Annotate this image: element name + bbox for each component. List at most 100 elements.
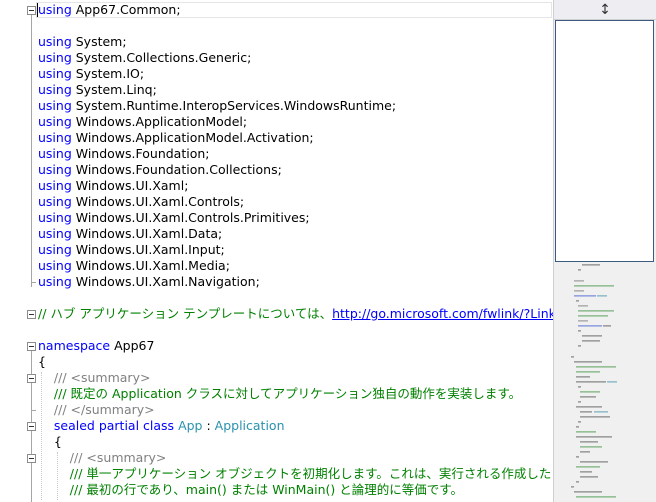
code-line-text: using Windows.UI.Xaml.Data; bbox=[38, 226, 222, 242]
minimap-stroke bbox=[580, 471, 592, 473]
code-line-text: using System.Linq; bbox=[38, 82, 157, 98]
code-line: sealed partial class App : Application bbox=[0, 418, 553, 434]
code-token: Windows.UI.Xaml.Media; bbox=[71, 258, 230, 273]
minimap-stroke bbox=[574, 491, 602, 493]
code-token: using bbox=[38, 274, 72, 289]
code-editor[interactable]: using App67.Common; using System; using Sy… bbox=[0, 0, 553, 502]
code-token: using bbox=[38, 66, 72, 81]
code-line-text: using App67.Common; bbox=[38, 2, 181, 18]
code-token: /// bbox=[38, 450, 87, 465]
code-line: { bbox=[0, 354, 553, 370]
minimap-stroke bbox=[576, 481, 579, 483]
minimap-stroke bbox=[580, 446, 602, 448]
minimap-stroke bbox=[578, 310, 614, 312]
code-token: App67.Common; bbox=[71, 2, 181, 17]
outline-line bbox=[31, 463, 32, 502]
code-line: using System.Collections.Generic; bbox=[0, 50, 553, 66]
code-token: using bbox=[38, 146, 72, 161]
minimap-stroke bbox=[578, 401, 581, 403]
code-line-text: /// </summary> bbox=[38, 402, 155, 418]
code-line-text: { bbox=[38, 354, 46, 370]
minimap-stroke bbox=[576, 496, 616, 498]
minimap-stroke bbox=[571, 356, 574, 358]
code-token: using bbox=[38, 242, 72, 257]
minimap-stroke bbox=[574, 285, 614, 287]
code-token: /// bbox=[38, 370, 71, 385]
code-line: /// </summary> bbox=[0, 402, 553, 418]
code-token: using bbox=[38, 162, 72, 177]
code-line-text: /// <summary> bbox=[38, 370, 151, 386]
code-line: using Windows.UI.Xaml.Controls; bbox=[0, 194, 553, 210]
outline-end bbox=[31, 282, 36, 283]
minimap-stroke bbox=[574, 295, 596, 297]
code-token: Windows.UI.Xaml; bbox=[71, 178, 189, 193]
minimap-stroke bbox=[580, 461, 608, 463]
minimap-stroke bbox=[578, 320, 588, 322]
collapse-toggle-icon[interactable] bbox=[27, 6, 36, 15]
code-line-text: using Windows.ApplicationModel; bbox=[38, 114, 247, 130]
minimap-stroke bbox=[574, 361, 602, 363]
minimap-stroke bbox=[582, 335, 602, 337]
code-token: // ハブ アプリケーション テンプレートについては、 bbox=[38, 306, 333, 321]
code-line-text: using Windows.ApplicationModel.Activatio… bbox=[38, 130, 314, 146]
code-line-text: using System.Runtime.InteropServices.Win… bbox=[38, 98, 396, 114]
collapse-toggle-icon[interactable] bbox=[27, 454, 36, 463]
code-line-text: using Windows.UI.Xaml.Controls.Primitive… bbox=[38, 210, 310, 226]
collapse-toggle-icon[interactable] bbox=[27, 374, 36, 383]
code-token: Windows.Foundation.Collections; bbox=[71, 162, 282, 177]
minimap-stroke bbox=[574, 280, 584, 282]
hyperlink[interactable]: http://go.microsoft.com/fwlink/?LinkId=3… bbox=[332, 306, 553, 321]
text-caret bbox=[37, 3, 38, 17]
code-token: using bbox=[38, 130, 72, 145]
code-line-text: using Windows.UI.Xaml.Controls; bbox=[38, 194, 244, 210]
code-line-text: namespace App67 bbox=[38, 338, 154, 354]
code-token: /// 最初の行であり、main() または WinMain() と論理的に等価… bbox=[38, 482, 463, 497]
indent-guide bbox=[57, 452, 58, 500]
code-token: using bbox=[38, 2, 72, 17]
code-token: System.Linq; bbox=[71, 82, 157, 97]
minimap-stroke bbox=[578, 315, 608, 317]
code-token: System.Collections.Generic; bbox=[71, 50, 252, 65]
code-line: { bbox=[0, 434, 553, 450]
code-line: /// 単一アプリケーション オブジェクトを初期化します。これは、実行される作成… bbox=[0, 466, 553, 482]
minimap-stroke bbox=[578, 330, 581, 332]
code-line: using System.Runtime.InteropServices.Win… bbox=[0, 98, 553, 114]
collapse-toggle-icon[interactable] bbox=[27, 310, 36, 319]
code-minimap-scrollbar[interactable]: ↕︎ bbox=[553, 0, 656, 502]
code-token: Windows.ApplicationModel.Activation; bbox=[71, 130, 314, 145]
code-token: using bbox=[38, 194, 72, 209]
minimap-stroke bbox=[571, 486, 574, 488]
code-line: using Windows.UI.Xaml; bbox=[0, 178, 553, 194]
minimap-stroke bbox=[576, 431, 596, 433]
code-line: using App67.Common; bbox=[0, 2, 553, 18]
code-token: using bbox=[38, 210, 72, 225]
code-line: using System; bbox=[0, 34, 553, 50]
code-token: Application bbox=[214, 418, 285, 433]
minimap-stroke bbox=[597, 295, 607, 297]
code-line: using Windows.UI.Xaml.Controls.Primitive… bbox=[0, 210, 553, 226]
code-token: using bbox=[38, 34, 72, 49]
minimap-stroke bbox=[578, 325, 602, 327]
minimap-stroke bbox=[578, 386, 581, 388]
minimap-stroke bbox=[576, 300, 579, 302]
code-token: App67 bbox=[110, 338, 155, 353]
code-token: using bbox=[38, 50, 72, 65]
code-line-text: /// 単一アプリケーション オブジェクトを初期化します。これは、実行される作成… bbox=[38, 466, 553, 482]
minimap-stroke bbox=[578, 421, 581, 423]
code-line: using Windows.Foundation.Collections; bbox=[0, 162, 553, 178]
code-token: System.IO; bbox=[71, 66, 145, 81]
code-line: using System.IO; bbox=[0, 66, 553, 82]
minimap-stroke bbox=[576, 381, 606, 383]
collapse-toggle-icon[interactable] bbox=[27, 422, 36, 431]
code-line-text: using Windows.UI.Xaml.Media; bbox=[38, 258, 230, 274]
code-token: Windows.UI.Xaml.Controls.Primitives; bbox=[71, 210, 310, 225]
code-line-text: using Windows.UI.Xaml.Navigation; bbox=[38, 274, 260, 290]
minimap-viewport[interactable] bbox=[555, 20, 654, 262]
collapse-toggle-icon[interactable] bbox=[27, 342, 36, 351]
minimap-stroke bbox=[578, 305, 588, 307]
code-line-text: using Windows.Foundation.Collections; bbox=[38, 162, 282, 178]
code-line: // ハブ アプリケーション テンプレートについては、http://go.mic… bbox=[0, 306, 553, 322]
code-line: /// 最初の行であり、main() または WinMain() と論理的に等価… bbox=[0, 482, 553, 498]
code-line: namespace App67 bbox=[0, 338, 553, 354]
